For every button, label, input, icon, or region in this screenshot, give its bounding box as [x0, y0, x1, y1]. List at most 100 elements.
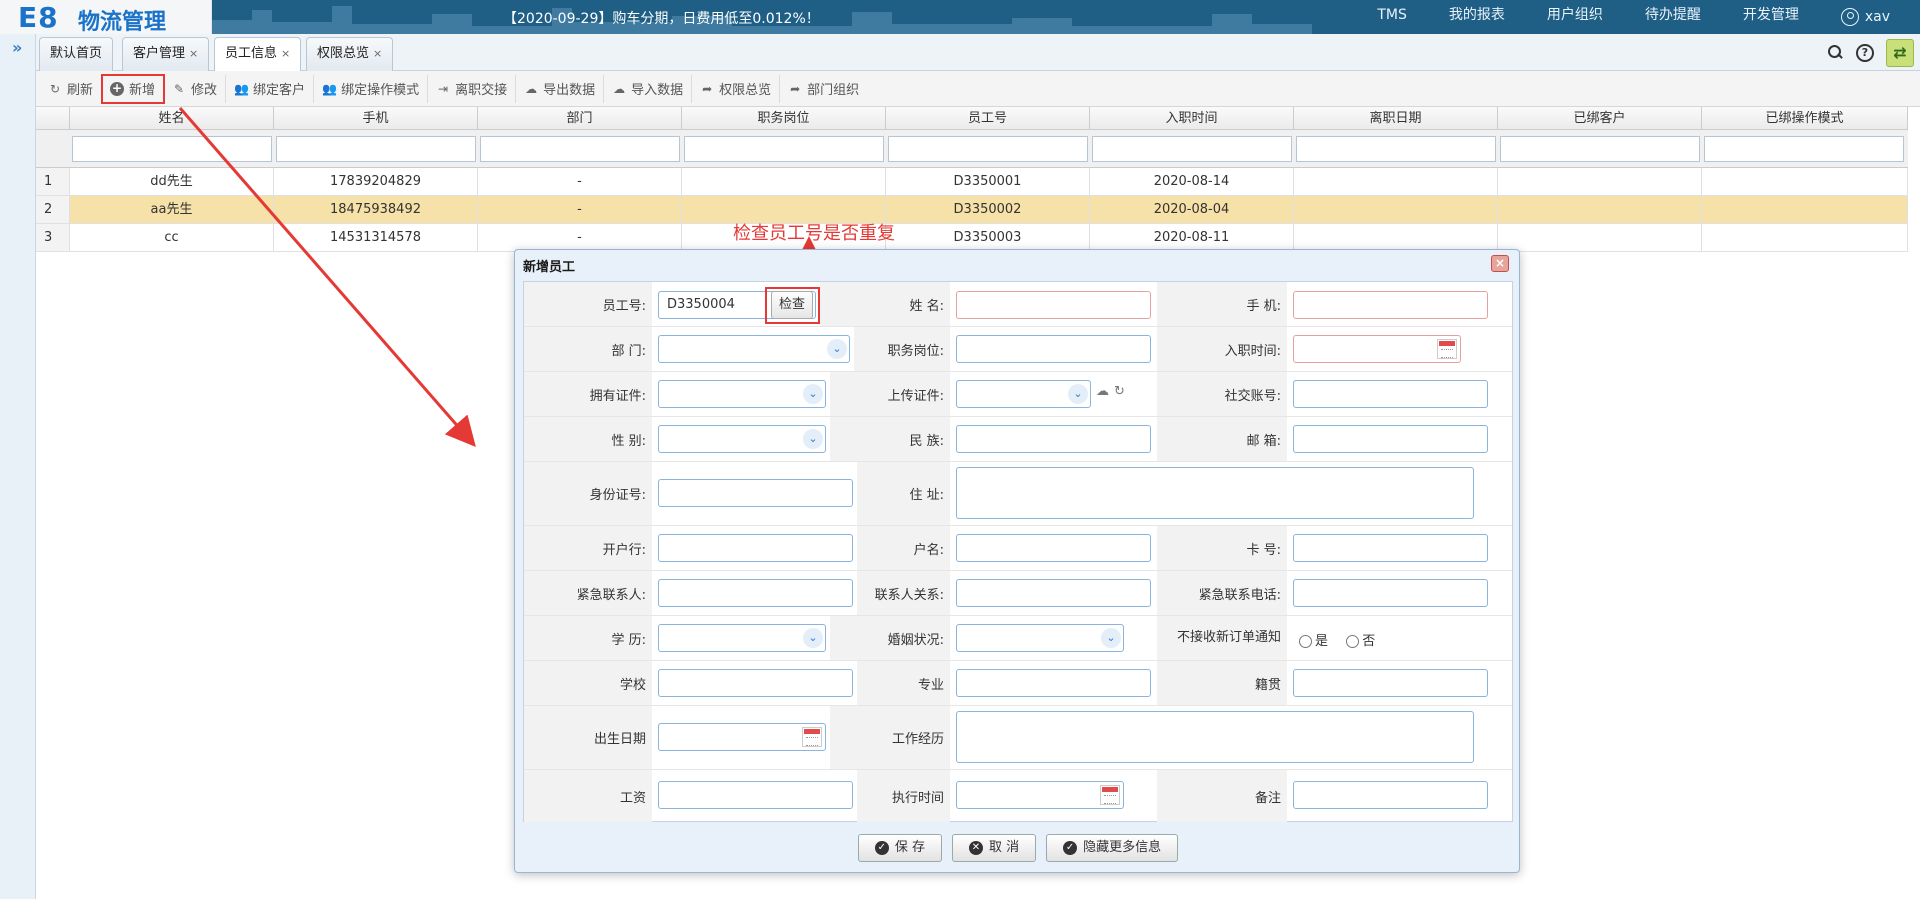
account-name-input[interactable] — [956, 534, 1151, 562]
menu-tms[interactable]: TMS — [1356, 0, 1428, 34]
native-place-input[interactable] — [1293, 669, 1488, 697]
col-header[interactable]: 入职时间 — [1090, 107, 1294, 129]
user-menu[interactable]: xav — [1820, 0, 1920, 34]
upload-certificate-select[interactable]: ⌄ — [956, 380, 1091, 408]
gender-select[interactable]: ⌄ — [658, 425, 826, 453]
filter-input[interactable] — [1092, 136, 1292, 162]
import-button[interactable]: ☁ 导入数据 — [604, 74, 693, 103]
filter-input[interactable] — [888, 136, 1088, 162]
tab-permissions[interactable]: 权限总览 × — [306, 37, 394, 71]
department-org-button[interactable]: ➦ 部门组织 — [780, 75, 867, 103]
contact-relation-input[interactable] — [956, 579, 1151, 607]
refresh-icon[interactable]: ↻ — [1114, 384, 1125, 399]
certificate-select[interactable]: ⌄ — [658, 380, 826, 408]
app-logo[interactable]: E8 物流管理 — [0, 0, 212, 35]
salary-input[interactable] — [658, 781, 853, 809]
menu-dev[interactable]: 开发管理 — [1722, 0, 1820, 34]
calendar-icon[interactable] — [1100, 785, 1120, 805]
calendar-icon[interactable] — [1437, 339, 1457, 359]
bind-customer-button[interactable]: 👥 绑定客户 — [226, 74, 315, 103]
marital-status-select[interactable]: ⌄ — [956, 624, 1124, 652]
save-button[interactable]: ✓ 保 存 — [857, 834, 942, 862]
promo-notice[interactable]: 【2020-09-29】购车分期，日费用低至0.012%！ — [503, 8, 820, 28]
emergency-phone-input[interactable] — [1293, 579, 1488, 607]
col-header[interactable]: 手机 — [274, 107, 478, 129]
hide-more-info-button[interactable]: ✓ 隐藏更多信息 — [1046, 834, 1179, 862]
effective-date-input[interactable] — [956, 781, 1124, 809]
radio-no[interactable] — [1346, 635, 1360, 648]
menu-user-org[interactable]: 用户组织 — [1526, 0, 1624, 34]
bank-input[interactable] — [658, 534, 853, 562]
permission-overview-button[interactable]: ➦ 权限总览 — [692, 74, 781, 103]
hire-date-input[interactable] — [1293, 335, 1461, 363]
menu-my-reports[interactable]: 我的报表 — [1428, 0, 1526, 34]
birth-date-input[interactable] — [658, 723, 826, 751]
col-header[interactable]: 离职日期 — [1294, 107, 1498, 129]
email-input[interactable] — [1293, 425, 1488, 453]
col-header[interactable]: 员工号 — [886, 107, 1090, 129]
cell-bound-mode — [1702, 196, 1908, 223]
filter-input[interactable] — [684, 136, 884, 162]
col-header[interactable]: 部门 — [478, 107, 682, 129]
filter-input[interactable] — [1296, 136, 1496, 162]
radio-yes[interactable] — [1299, 635, 1312, 648]
edit-button[interactable]: ✎ 修改 — [164, 74, 227, 103]
field-label: 学 历: — [524, 616, 652, 660]
cell-employee-no: D3350001 — [886, 168, 1090, 195]
cancel-button[interactable]: ✕ 取 消 — [951, 834, 1037, 862]
education-select[interactable]: ⌄ — [658, 624, 826, 652]
col-header[interactable]: 已绑客户 — [1498, 107, 1702, 129]
filter-input[interactable] — [1500, 136, 1700, 162]
ethnicity-input[interactable] — [956, 425, 1151, 453]
close-tab-icon[interactable]: × — [189, 47, 198, 60]
search-icon[interactable] — [1827, 44, 1844, 61]
filter-input[interactable] — [480, 136, 680, 162]
close-icon[interactable]: × — [1491, 255, 1509, 272]
table-row[interactable]: 3 cc 14531314578 - D3350003 2020-08-11 — [36, 224, 1908, 252]
filter-input[interactable] — [276, 136, 476, 162]
tab-home[interactable]: 默认首页 — [39, 37, 114, 71]
col-header[interactable]: 职务岗位 — [682, 107, 886, 129]
social-account-input[interactable] — [1293, 380, 1488, 408]
bind-mode-button[interactable]: 👥 绑定操作模式 — [314, 74, 429, 103]
card-number-input[interactable] — [1293, 534, 1488, 562]
phone-input[interactable] — [1293, 291, 1488, 319]
id-number-input[interactable] — [658, 479, 853, 507]
table-row[interactable]: 2 aa先生 18475938492 - D3350002 2020-08-04 — [36, 196, 1908, 224]
help-icon[interactable]: ? — [1856, 43, 1874, 62]
filter-input[interactable] — [1704, 136, 1904, 162]
school-input[interactable] — [658, 669, 853, 697]
tab-customer-mgmt[interactable]: 客户管理 × — [122, 37, 210, 71]
major-input[interactable] — [956, 669, 1151, 697]
address-textarea[interactable] — [956, 467, 1474, 519]
work-experience-textarea[interactable] — [956, 711, 1474, 763]
tab-employee-info[interactable]: 员工信息 × — [214, 37, 302, 72]
handover-button[interactable]: ⇥ 离职交接 — [428, 74, 517, 103]
menu-todo[interactable]: 待办提醒 — [1624, 0, 1722, 34]
close-tab-icon[interactable]: × — [281, 47, 290, 60]
sync-icon[interactable]: ⇄ — [1886, 38, 1914, 67]
cloud-upload-icon[interactable]: ☁ — [1096, 384, 1109, 399]
emergency-contact-input[interactable] — [658, 579, 853, 607]
col-header[interactable]: 已绑操作模式 — [1702, 107, 1908, 129]
table-row[interactable]: 1 dd先生 17839204829 - D3350001 2020-08-14 — [36, 168, 1908, 196]
department-select[interactable]: ⌄ — [658, 335, 850, 363]
form-row: 开户行: 户名: 卡 号: — [524, 526, 1512, 571]
refresh-button[interactable]: ↻ 刷新 — [40, 74, 103, 103]
calendar-icon[interactable] — [802, 727, 822, 747]
filter-input[interactable] — [72, 136, 272, 162]
cell-leave-date — [1294, 224, 1498, 251]
cell-employee-no: D3350003 — [886, 224, 1090, 251]
position-input[interactable] — [956, 335, 1151, 363]
name-input[interactable] — [956, 291, 1151, 319]
remarks-input[interactable] — [1293, 781, 1488, 809]
field-label: 婚姻状况: — [830, 616, 950, 660]
refresh-icon: ↻ — [49, 81, 61, 96]
export-button[interactable]: ☁ 导出数据 — [516, 74, 605, 103]
col-header[interactable]: 姓名 — [70, 107, 274, 129]
chevron-down-icon: ⌄ — [803, 628, 823, 648]
cell-department: - — [478, 168, 682, 195]
close-tab-icon[interactable]: × — [373, 47, 382, 60]
expand-sidebar-icon[interactable]: » — [12, 38, 22, 57]
add-button[interactable]: + 新增 — [101, 73, 166, 104]
